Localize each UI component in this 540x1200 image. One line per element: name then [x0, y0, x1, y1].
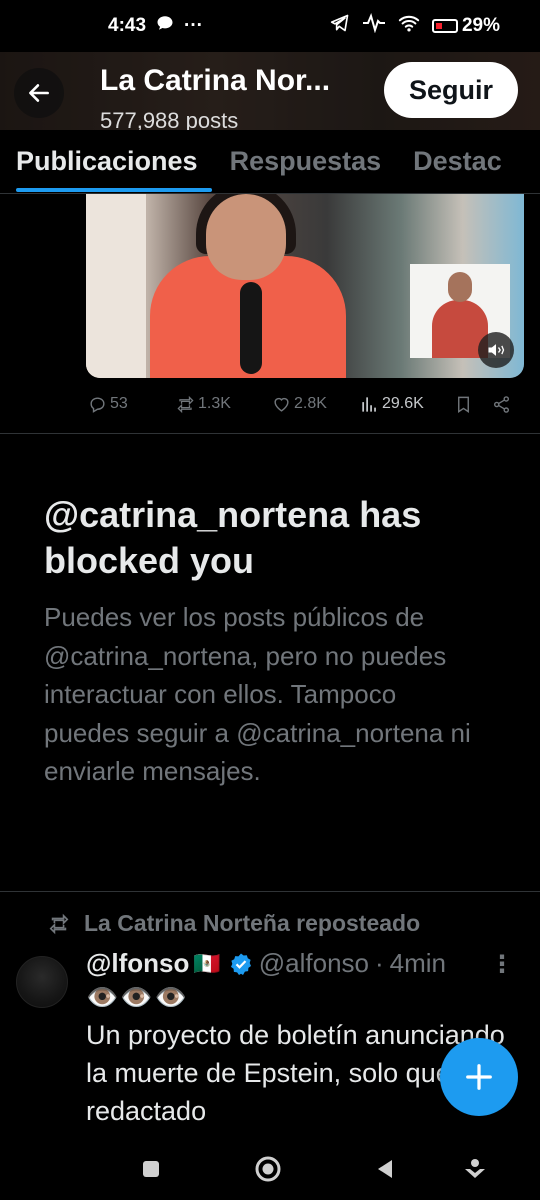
bookmark-button[interactable] [454, 395, 473, 414]
arrow-left-icon [29, 84, 49, 102]
interpreter-head [448, 272, 472, 302]
repost-context[interactable]: La Catrina Norteña reposteado [48, 910, 420, 937]
bookmark-icon [458, 396, 469, 413]
repost-button[interactable]: 1.3K [176, 395, 231, 414]
repost-icon [49, 913, 69, 934]
triangle-back-icon [378, 1160, 392, 1178]
tab-publicaciones[interactable]: Publicaciones [0, 130, 214, 193]
microphone [240, 282, 262, 374]
battery-icon [431, 19, 458, 33]
profile-name: La Catrina Nor... [100, 64, 331, 97]
tweet-actions: 53 1.3K 2.8K 29.6K [86, 388, 524, 420]
pulse-icon [362, 13, 386, 39]
chat-bubble-icon [156, 14, 174, 38]
repost-icon [177, 395, 194, 413]
home-circle-icon [255, 1156, 281, 1182]
views-button[interactable]: 29.6K [360, 395, 424, 414]
divider [0, 433, 540, 434]
divider [0, 891, 540, 892]
battery-percent: 29% [461, 15, 500, 36]
tab-respuestas[interactable]: Respuestas [214, 130, 398, 193]
like-count: 2.8K [294, 395, 327, 412]
home-button[interactable] [253, 1154, 283, 1184]
wifi-icon [398, 13, 420, 39]
separator-dot: · [374, 948, 384, 978]
tab-destacados[interactable]: Destac [397, 130, 518, 193]
author-name[interactable]: @lfonso [86, 948, 189, 979]
tweet-header: @lfonso 🇲🇽 @alfonso · 4min ⋮ [86, 948, 526, 979]
profile-header: La Catrina Nor... 577,988 posts Seguir [0, 52, 540, 130]
tweet-emoji-line: 👁️👁️👁️ [86, 982, 190, 1012]
reply-count: 53 [110, 395, 128, 412]
views-chart-icon [362, 396, 376, 412]
repost-label: La Catrina Norteña reposteado [84, 910, 421, 936]
more-indicator: ··· [184, 15, 204, 36]
assistant-icon [465, 1159, 485, 1178]
status-time: 4:43 [108, 15, 147, 36]
tweet-video[interactable] [86, 194, 524, 378]
more-options-icon[interactable]: ⋮ [490, 950, 514, 979]
assistant-button[interactable] [460, 1154, 490, 1184]
status-bar: 4:43 ··· 29% [0, 0, 540, 52]
blocked-description: Puedes ver los posts públicos de @catrin… [44, 602, 471, 786]
profile-tabs: Publicaciones Respuestas Destac [0, 130, 540, 194]
system-nav-bar [0, 1136, 540, 1200]
share-icon [493, 395, 510, 413]
post-count: 577,988 posts [100, 108, 239, 130]
plus-icon [466, 1064, 492, 1090]
reply-icon [90, 396, 105, 413]
mute-button[interactable] [478, 332, 514, 368]
verified-badge-icon [230, 953, 251, 975]
reply-button[interactable]: 53 [88, 395, 128, 414]
share-button[interactable] [492, 395, 511, 414]
avatar[interactable] [16, 956, 68, 1008]
video-speaker-head [206, 194, 286, 280]
back-nav-button[interactable] [370, 1154, 400, 1184]
speaker-muted-icon [488, 344, 505, 356]
author-handle[interactable]: @alfonso [259, 948, 369, 979]
video-figure-left [86, 194, 146, 378]
like-button[interactable]: 2.8K [272, 395, 327, 414]
heart-icon [274, 397, 289, 412]
compose-button[interactable] [440, 1038, 518, 1116]
recents-button[interactable] [136, 1154, 166, 1184]
square-icon [143, 1161, 159, 1177]
telegram-icon [330, 13, 350, 39]
repost-count: 1.3K [198, 395, 231, 412]
mexico-flag: 🇲🇽 [193, 950, 221, 976]
back-button[interactable] [14, 68, 64, 118]
views-count: 29.6K [382, 395, 424, 412]
follow-button[interactable]: Seguir [384, 62, 518, 118]
blocked-title: @catrina_nortena has blocked you [44, 494, 422, 581]
tweet-time[interactable]: 4min [390, 948, 446, 979]
